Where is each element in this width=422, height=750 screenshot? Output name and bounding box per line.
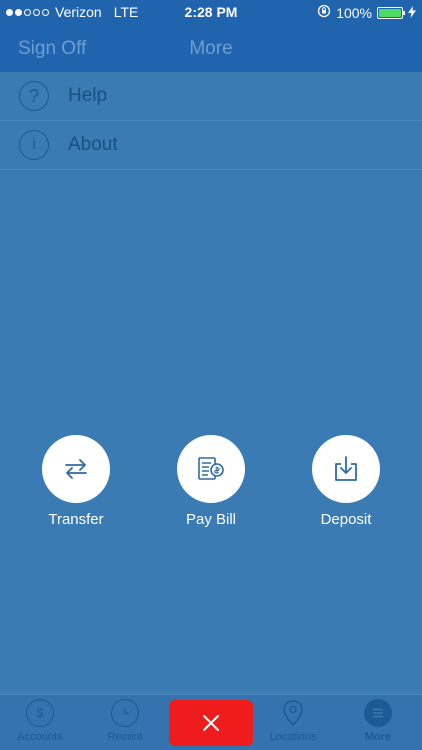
battery-percent: 100% bbox=[336, 4, 372, 21]
charging-icon bbox=[408, 5, 416, 21]
tab-locations[interactable]: Locations bbox=[253, 699, 333, 743]
close-button[interactable] bbox=[169, 700, 253, 746]
tab-bar: $ Accounts Recent Locations More bbox=[0, 694, 422, 750]
deposit-label: Deposit bbox=[320, 511, 372, 528]
nav-bar: Sign Off More bbox=[0, 24, 422, 72]
transfer-button[interactable]: Transfer bbox=[21, 435, 131, 528]
menu-list: ? Help i About bbox=[0, 72, 422, 170]
accounts-icon: $ bbox=[26, 699, 54, 727]
status-bar: Verizon LTE 2:28 PM 100% bbox=[0, 0, 422, 24]
battery-icon bbox=[377, 6, 405, 19]
tab-accounts[interactable]: $ Accounts bbox=[0, 699, 80, 743]
bill-icon bbox=[198, 457, 224, 480]
menu-icon bbox=[364, 699, 392, 727]
tab-label: Accounts bbox=[17, 731, 63, 743]
info-icon: i bbox=[19, 130, 49, 160]
close-icon bbox=[203, 715, 219, 731]
tab-recent[interactable]: Recent bbox=[85, 699, 165, 743]
deposit-button[interactable]: Deposit bbox=[291, 435, 401, 528]
tab-label: More bbox=[364, 731, 392, 743]
transfer-label: Transfer bbox=[48, 511, 104, 528]
tab-label: Recent bbox=[107, 731, 143, 743]
menu-item-label: About bbox=[68, 134, 118, 155]
rotation-lock-icon bbox=[317, 4, 331, 21]
pay-bill-label: Pay Bill bbox=[185, 511, 237, 528]
question-icon: ? bbox=[19, 81, 49, 111]
menu-item-about[interactable]: i About bbox=[0, 121, 422, 170]
clock-icon bbox=[111, 699, 139, 727]
tab-more[interactable]: More bbox=[338, 699, 418, 743]
location-pin-icon bbox=[279, 699, 307, 727]
transfer-icon bbox=[65, 459, 87, 479]
page-title: More bbox=[189, 38, 233, 59]
pay-bill-button[interactable]: Pay Bill bbox=[156, 435, 266, 528]
menu-item-help[interactable]: ? Help bbox=[0, 72, 422, 121]
menu-item-label: Help bbox=[68, 85, 108, 106]
deposit-icon bbox=[335, 456, 357, 481]
tab-label: Locations bbox=[269, 731, 317, 743]
